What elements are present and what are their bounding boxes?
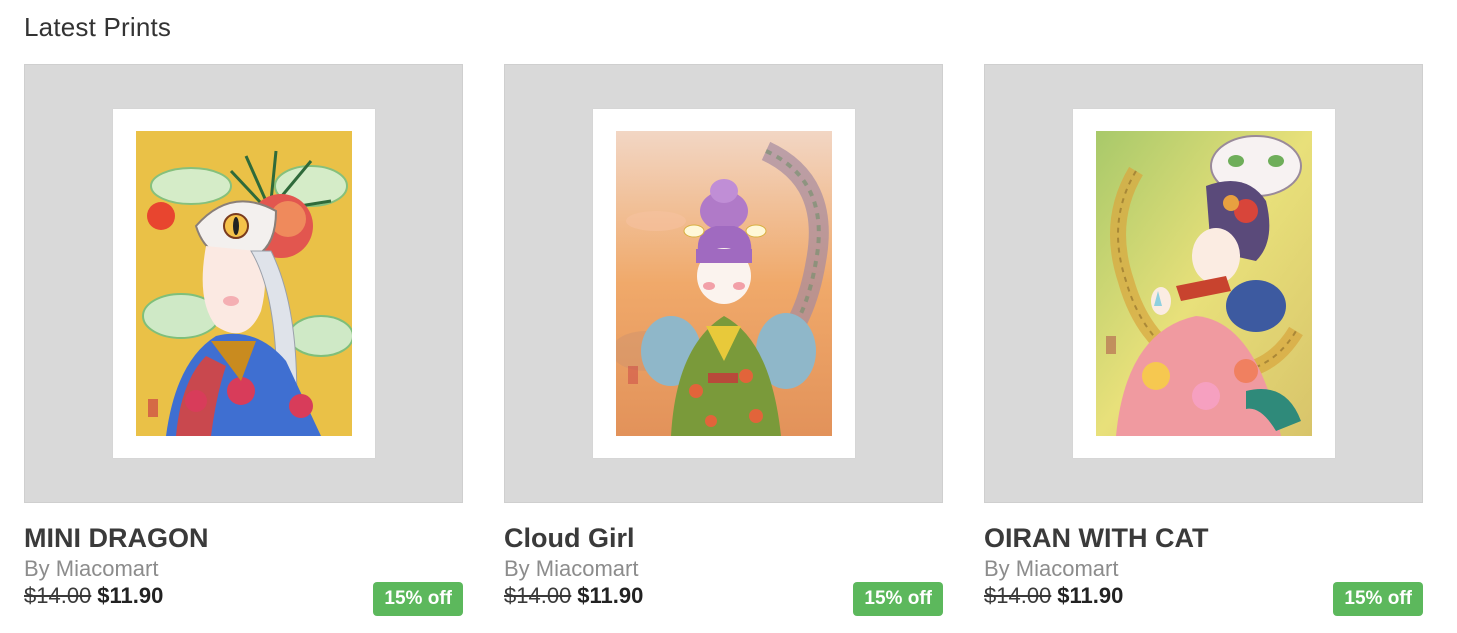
product-artist[interactable]: By Miacomart bbox=[984, 556, 1118, 582]
product-thumbnail[interactable] bbox=[24, 64, 463, 503]
product-card-mini-dragon[interactable]: MINI DRAGON By Miacomart $14.00 $11.90 15… bbox=[24, 64, 463, 616]
discount-badge: 15% off bbox=[853, 582, 943, 616]
product-info: OIRAN WITH CAT By Miacomart $14.00 $11.90… bbox=[984, 503, 1423, 616]
product-grid: MINI DRAGON By Miacomart $14.00 $11.90 15… bbox=[24, 64, 1423, 616]
product-prices: $14.00 $11.90 bbox=[984, 583, 1123, 609]
product-artist[interactable]: By Miacomart bbox=[24, 556, 158, 582]
product-info: Cloud Girl By Miacomart $14.00 $11.90 15%… bbox=[504, 503, 943, 616]
section-title: Latest Prints bbox=[24, 12, 172, 42]
print-mat bbox=[1073, 109, 1335, 458]
product-card-oiran-with-cat[interactable]: OIRAN WITH CAT By Miacomart $14.00 $11.90… bbox=[984, 64, 1423, 616]
cloud-girl-print-image bbox=[616, 131, 832, 436]
discount-badge: 15% off bbox=[1333, 582, 1423, 616]
original-price: $14.00 bbox=[984, 583, 1052, 608]
original-price: $14.00 bbox=[24, 583, 92, 608]
print-mat bbox=[593, 109, 855, 458]
latest-prints-page: Latest Prints MINI DRAGON By Miacomart $… bbox=[0, 0, 1457, 633]
sale-price: $11.90 bbox=[1057, 583, 1124, 608]
dragon-girl-print-image bbox=[136, 131, 352, 436]
sale-price: $11.90 bbox=[97, 583, 164, 608]
original-price: $14.00 bbox=[504, 583, 572, 608]
product-thumbnail[interactable] bbox=[504, 64, 943, 503]
product-card-cloud-girl[interactable]: Cloud Girl By Miacomart $14.00 $11.90 15%… bbox=[504, 64, 943, 616]
product-artist[interactable]: By Miacomart bbox=[504, 556, 638, 582]
oiran-cat-print-image bbox=[1096, 131, 1312, 436]
product-title[interactable]: OIRAN WITH CAT bbox=[984, 523, 1208, 554]
product-prices: $14.00 $11.90 bbox=[24, 583, 163, 609]
print-mat bbox=[113, 109, 375, 458]
product-prices: $14.00 $11.90 bbox=[504, 583, 643, 609]
product-title[interactable]: Cloud Girl bbox=[504, 523, 635, 554]
product-thumbnail[interactable] bbox=[984, 64, 1423, 503]
discount-badge: 15% off bbox=[373, 582, 463, 616]
product-title[interactable]: MINI DRAGON bbox=[24, 523, 209, 554]
sale-price: $11.90 bbox=[577, 583, 644, 608]
product-info: MINI DRAGON By Miacomart $14.00 $11.90 15… bbox=[24, 503, 463, 616]
